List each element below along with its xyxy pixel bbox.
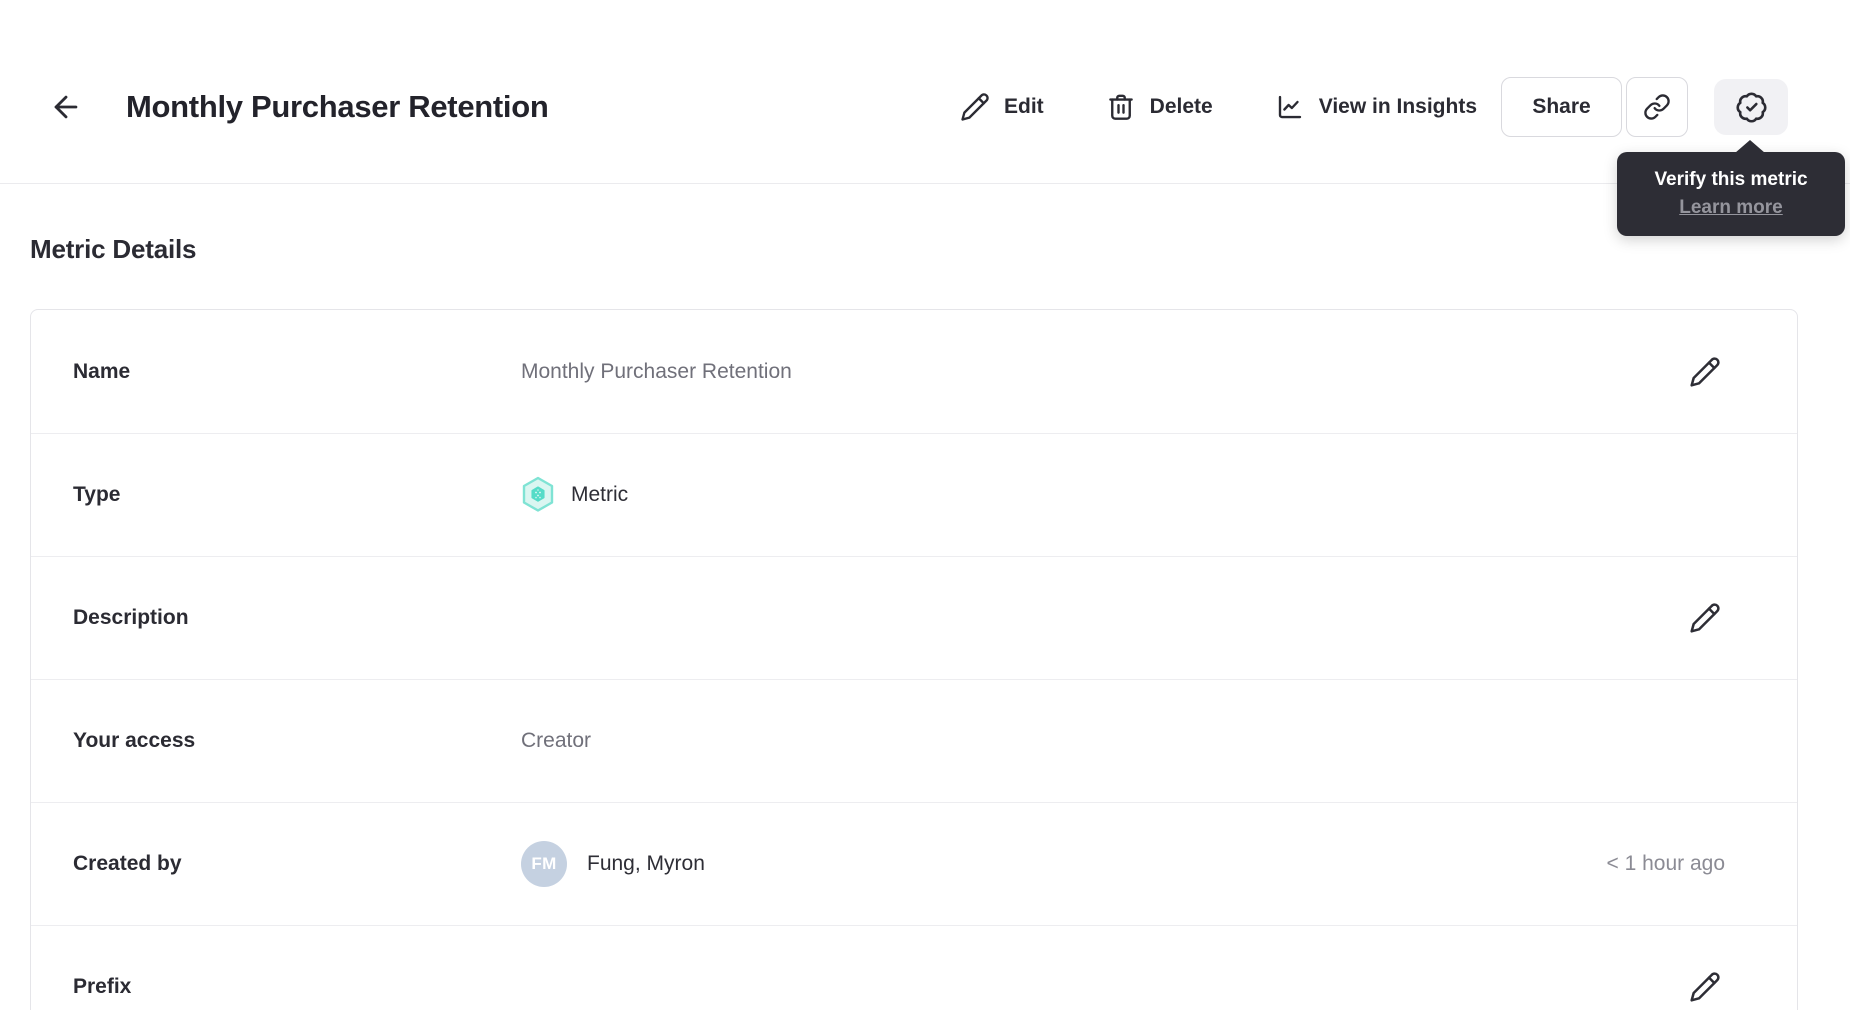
detail-row-description: Description: [31, 556, 1797, 679]
share-button[interactable]: Share: [1501, 77, 1622, 137]
detail-row-created-by: Created by FM Fung, Myron < 1 hour ago: [31, 802, 1797, 925]
link-icon: [1643, 93, 1671, 121]
type-value: Metric: [571, 483, 629, 506]
row-label: Prefix: [73, 975, 132, 998]
back-button[interactable]: [48, 89, 84, 125]
edit-name-button[interactable]: [1685, 352, 1725, 392]
view-in-insights-button[interactable]: View in Insights: [1275, 92, 1477, 122]
created-by-value: Fung, Myron: [587, 852, 705, 875]
view-in-insights-label: View in Insights: [1318, 95, 1477, 118]
back-arrow-icon: [49, 90, 83, 124]
tooltip-arrow: [1735, 140, 1765, 153]
row-label: Created by: [73, 852, 182, 875]
metric-hexagon-icon: [521, 476, 555, 514]
pencil-icon: [1689, 356, 1721, 388]
tooltip-title: Verify this metric: [1654, 169, 1808, 190]
trash-icon: [1106, 92, 1136, 122]
verify-metric-tooltip: Verify this metric Learn more: [1617, 140, 1845, 236]
delete-button-label: Delete: [1149, 95, 1213, 118]
pencil-icon: [1689, 971, 1721, 1003]
section-heading: Metric Details: [30, 234, 197, 264]
edit-button-label: Edit: [1003, 95, 1044, 118]
line-chart-icon: [1275, 92, 1305, 122]
edit-button[interactable]: Edit: [960, 92, 1044, 122]
page-header: Monthly Purchaser Retention Edit Delete …: [0, 0, 1850, 236]
header-actions: Edit Delete View in Insights Share: [960, 77, 1788, 137]
verified-badge-icon: [1735, 91, 1768, 124]
row-value: Creator: [521, 729, 592, 752]
delete-button[interactable]: Delete: [1106, 92, 1213, 122]
page-title: Monthly Purchaser Retention: [126, 89, 549, 124]
row-label: Your access: [73, 729, 196, 752]
pencil-icon: [1689, 602, 1721, 634]
share-button-group: Share: [1501, 77, 1688, 137]
detail-row-your-access: Your access Creator: [31, 679, 1797, 802]
learn-more-link[interactable]: Learn more: [1679, 197, 1782, 219]
created-timestamp: < 1 hour ago: [1606, 852, 1725, 875]
detail-row-prefix: Prefix: [31, 925, 1797, 1010]
detail-row-name: Name Monthly Purchaser Retention: [31, 310, 1797, 433]
edit-description-button[interactable]: [1685, 598, 1725, 638]
pencil-icon: [960, 92, 990, 122]
row-label: Type: [73, 483, 121, 506]
edit-prefix-button[interactable]: [1685, 967, 1725, 1007]
copy-link-button[interactable]: [1626, 77, 1688, 137]
avatar: FM: [521, 841, 567, 887]
row-label: Name: [73, 359, 131, 383]
detail-row-type: Type Metric: [31, 433, 1797, 556]
metric-details-card: Name Monthly Purchaser Retention Type Me…: [30, 309, 1798, 1010]
row-value: Monthly Purchaser Retention: [521, 359, 792, 383]
row-label: Description: [73, 606, 189, 629]
verify-metric-button[interactable]: [1714, 79, 1788, 135]
